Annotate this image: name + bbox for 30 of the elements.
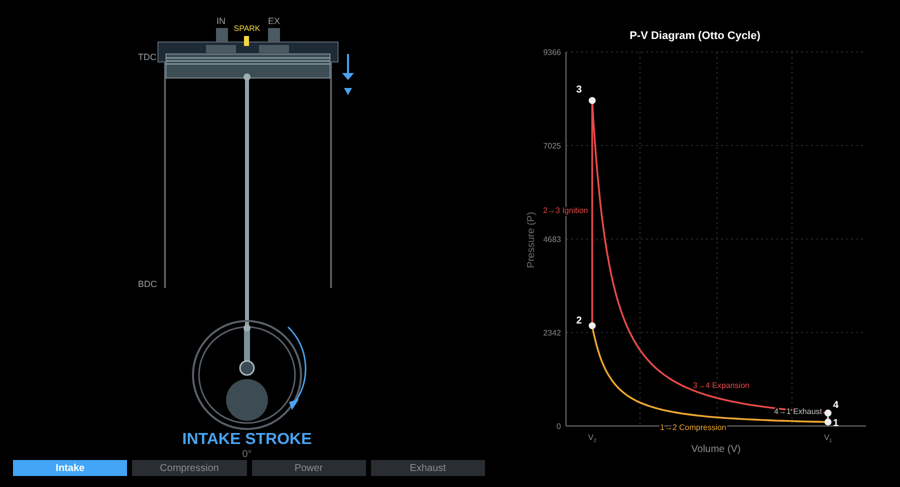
chart-title: P-V Diagram (Otto Cycle) [630, 30, 760, 42]
x-tick-label: V$_{1}$ [824, 433, 832, 444]
rotation-arrow-icon [287, 326, 306, 410]
stroke-tab[interactable]: Compression [132, 460, 246, 476]
stroke-tab[interactable]: Exhaust [370, 460, 485, 476]
y-tick-label: 0 [556, 422, 561, 431]
state-label: 4 [833, 400, 839, 412]
y-tick-label: 7025 [543, 142, 561, 150]
stroke-tab[interactable]: Intake [13, 460, 128, 476]
process-label: 2→3 Ignition [543, 206, 588, 215]
state-label: 2 [576, 316, 582, 327]
stroke-title: INTAKE STROKE [182, 430, 312, 450]
y-tick-label: 2342 [543, 328, 561, 338]
crank-angle: 0° [242, 450, 252, 460]
process-label: 1→2 Compression [660, 423, 726, 432]
y-tick-label: 4683 [543, 235, 561, 244]
state-label: 3 [576, 84, 582, 96]
bdc-label: BDC [138, 279, 158, 289]
intake-valve-label: IN [216, 16, 226, 26]
y-axis-title: Pressure (P) [526, 212, 537, 268]
x-axis-title: Volume (V) [691, 444, 741, 455]
y-tick-label: 9366 [543, 48, 561, 57]
exhaust-valve-label: EX [268, 16, 280, 26]
tdc-label: TDC [138, 52, 156, 62]
x-tick-label: V$_{2}$ [588, 433, 596, 444]
down-arrow-icon [342, 54, 354, 95]
state-label: 1 [833, 418, 839, 429]
spark-label: SPARK [234, 24, 260, 33]
stroke-tab[interactable]: Power [252, 460, 366, 476]
process-label: 3→4 Expansion [693, 381, 750, 390]
